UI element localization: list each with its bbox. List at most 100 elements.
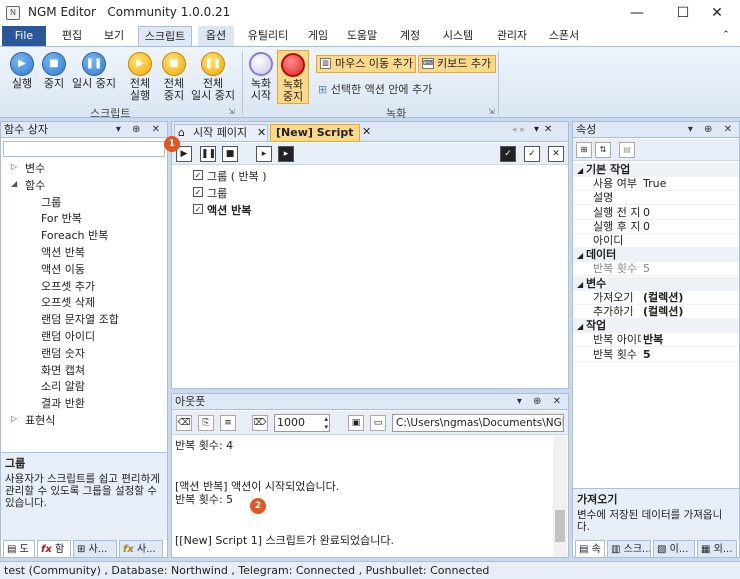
property-value[interactable]: (컬렉션) xyxy=(643,305,683,319)
tab-options[interactable]: 옵션 xyxy=(198,26,234,46)
record-stop-button[interactable]: 녹화 중지 xyxy=(277,50,309,104)
function-item[interactable]: 소리 알람 xyxy=(41,378,85,394)
copy-icon[interactable]: ⎘ xyxy=(198,415,214,431)
script-line-label[interactable]: 액션 반복 xyxy=(207,202,251,218)
function-item[interactable]: 변수 xyxy=(25,160,45,176)
tab-sponsor[interactable]: 스폰서 xyxy=(542,26,586,46)
run-button[interactable]: ▶ 실행 xyxy=(6,52,38,90)
tab-new-script-1[interactable]: [New] Script 1 xyxy=(270,124,360,155)
script-group-launcher-icon[interactable]: ⇲ xyxy=(228,107,235,116)
tab-start-page[interactable]: ⌂ 시작 페이지 ✕ xyxy=(174,124,268,142)
tab-scroll-icons[interactable]: ◂▸ xyxy=(512,125,529,135)
script-line-label[interactable]: 그룹 xyxy=(207,185,227,201)
function-item[interactable]: 오프셋 추가 xyxy=(41,278,95,294)
property-category[interactable]: ◢ 변수 xyxy=(573,276,739,291)
function-item[interactable]: Foreach 반복 xyxy=(41,227,108,243)
save-icon[interactable]: ▣ xyxy=(348,415,364,431)
tab-file[interactable]: File xyxy=(2,26,46,46)
panel-controls-icon[interactable]: ▾ ⊕ ✕ xyxy=(517,394,565,409)
function-item[interactable]: 함수 xyxy=(25,177,45,193)
function-item[interactable]: 오프셋 삭제 xyxy=(41,294,95,310)
function-item[interactable]: 그룹 xyxy=(41,194,61,210)
property-row[interactable]: 반복 횟수 5 xyxy=(573,262,739,277)
broom-icon[interactable]: ⌫ xyxy=(176,415,192,431)
add-in-selected-action-toggle[interactable]: ⊞ 선택한 액션 안에 추가 xyxy=(318,81,432,97)
property-value[interactable]: (컬렉션) xyxy=(643,291,683,305)
property-value[interactable]: 0 xyxy=(643,206,650,220)
categorized-icon[interactable]: ⊞ xyxy=(576,142,592,158)
stop-button[interactable]: ■ 중지 xyxy=(38,52,70,90)
property-value[interactable]: 0 xyxy=(643,220,650,234)
function-item[interactable]: For 반복 xyxy=(41,210,82,226)
step-icon[interactable]: ▸ xyxy=(256,146,272,162)
collapse-icon[interactable]: ◢ xyxy=(573,322,586,331)
run-all-button[interactable]: ▶ 전체 실행 xyxy=(124,52,156,102)
step-into-icon[interactable]: ▸ xyxy=(278,146,294,162)
stop-all-button[interactable]: ■ 전체 중지 xyxy=(158,52,190,102)
close-tab-icon[interactable]: ✕ xyxy=(362,125,371,138)
property-row[interactable]: 설명 xyxy=(573,191,739,206)
property-category[interactable]: ◢ 기본 작업 xyxy=(573,163,739,177)
property-value[interactable]: 5 xyxy=(643,262,650,276)
collapse-ribbon-icon[interactable]: ⌃ xyxy=(718,26,734,46)
tab-game[interactable]: 게임 xyxy=(302,26,334,46)
scrollbar-thumb[interactable] xyxy=(555,510,565,542)
bottom-tab-image[interactable]: ▧ 이... xyxy=(653,540,695,558)
tab-help[interactable]: 도움말 xyxy=(340,26,384,46)
collapse-icon[interactable]: ◢ xyxy=(11,179,17,188)
expand-icon[interactable]: ▷ xyxy=(11,162,17,171)
function-item[interactable]: 액션 이동 xyxy=(41,261,85,277)
bottom-tab-external[interactable]: ▦ 외... xyxy=(697,540,737,558)
stop-icon[interactable]: ■ xyxy=(222,146,238,162)
folder-icon[interactable]: ▭ xyxy=(370,415,386,431)
function-search-input[interactable] xyxy=(3,141,165,157)
output-path-field[interactable]: C:\Users\ngmas\Documents\NGM5\ xyxy=(392,414,564,432)
pause-button[interactable]: ❚❚ 일시 중지 xyxy=(70,52,118,90)
function-item[interactable]: 표현식 xyxy=(25,412,55,428)
tab-view[interactable]: 보기 xyxy=(98,26,130,46)
close-tab-icon[interactable]: ✕ xyxy=(257,125,266,141)
list-icon[interactable]: ≡ xyxy=(220,415,236,431)
function-item[interactable]: 랜덤 숫자 xyxy=(41,345,85,361)
script-line-checkbox[interactable]: ✓ xyxy=(193,170,203,180)
add-keyboard-toggle[interactable]: ⌨ 키보드 추가 xyxy=(418,55,496,73)
function-item[interactable]: 랜덤 아이디 xyxy=(41,328,95,344)
pause-all-button[interactable]: ❚❚ 전체 일시 중지 xyxy=(190,52,236,102)
property-pages-icon[interactable]: ▤ xyxy=(619,142,635,158)
property-row[interactable]: 아이디 xyxy=(573,234,739,248)
uncheck-icon[interactable]: ✕ xyxy=(548,146,564,162)
panel-controls-icon[interactable]: ▾ ⊕ ✕ xyxy=(688,122,736,137)
tab-utility[interactable]: 유틸리티 xyxy=(240,26,296,46)
function-item[interactable]: 결과 반환 xyxy=(41,395,85,411)
bottom-tab-script[interactable]: ▥ 스크... xyxy=(607,540,651,558)
bottom-tab-functions[interactable]: fx 함 xyxy=(37,540,71,558)
bottom-tab-properties[interactable]: ▤ 속 xyxy=(575,540,605,558)
collapse-icon[interactable]: ◢ xyxy=(573,280,586,289)
property-row[interactable]: 사용 여부 True xyxy=(573,177,739,192)
pause-icon[interactable]: ❚❚ xyxy=(200,146,216,162)
record-group-launcher-icon[interactable]: ⇲ xyxy=(488,107,495,116)
tab-system[interactable]: 시스템 xyxy=(436,26,480,46)
add-mouse-move-toggle[interactable]: ▥ 마우스 이동 추가 xyxy=(316,55,416,73)
record-start-button[interactable]: 녹화 시작 xyxy=(246,52,276,102)
minimize-button[interactable]: — xyxy=(614,0,660,26)
property-row[interactable]: 추가하기 (컬렉션) xyxy=(573,305,739,319)
sort-az-icon[interactable]: ⇅ xyxy=(595,142,611,158)
script-line-checkbox[interactable]: ✓ xyxy=(193,187,203,197)
property-value[interactable]: 반복 xyxy=(643,333,663,347)
function-item[interactable]: 랜덤 문자열 조합 xyxy=(41,311,119,327)
script-line-label[interactable]: 그룹 ( 반복 ) xyxy=(207,168,267,184)
property-row[interactable]: 실행 후 지0 xyxy=(573,220,739,234)
function-item[interactable]: 화면 캡쳐 xyxy=(41,362,85,378)
close-button[interactable]: ✕ xyxy=(694,0,740,26)
collapse-icon[interactable]: ◢ xyxy=(573,251,586,260)
tab-edit[interactable]: 편집 xyxy=(56,26,88,46)
tab-admin[interactable]: 관리자 xyxy=(490,26,534,46)
function-item[interactable]: 액션 반복 xyxy=(41,244,85,260)
property-value[interactable]: 5 xyxy=(643,348,651,362)
collapse-icon[interactable]: ◢ xyxy=(573,166,586,175)
check-all-icon[interactable]: ✓ xyxy=(500,146,516,162)
bottom-tab-1[interactable]: ▤ 도 xyxy=(3,540,35,558)
property-row[interactable]: 가져오기 (컬렉션) xyxy=(573,291,739,305)
expand-icon[interactable]: ▷ xyxy=(11,414,17,423)
